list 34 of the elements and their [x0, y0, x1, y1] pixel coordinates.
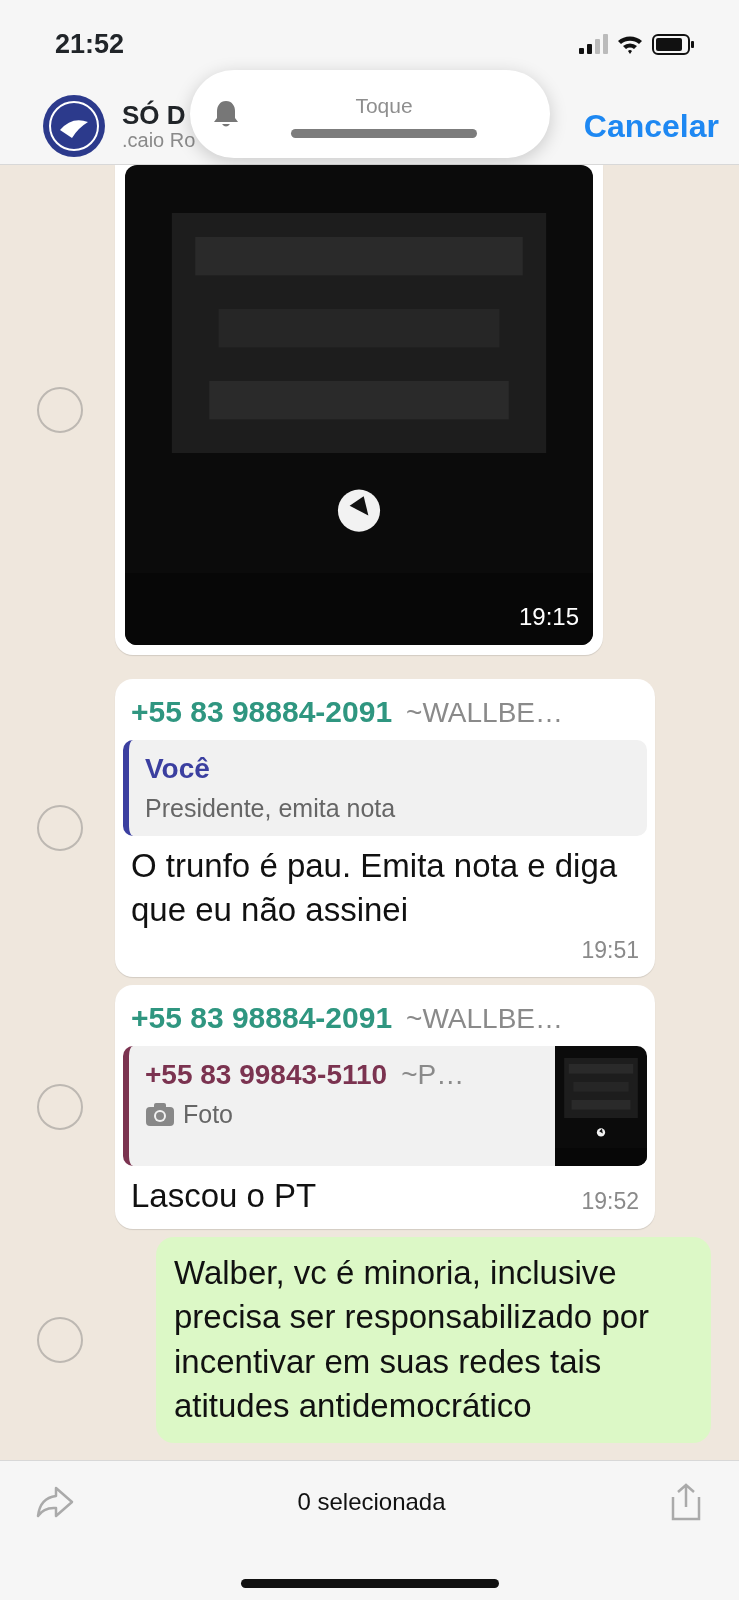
quote-text: Presidente, emita nota: [145, 793, 396, 824]
sender-phone: +55 83 98884-2091: [131, 694, 393, 730]
sender-name: ~WALLBE…: [406, 696, 563, 730]
message-text: Walber, vc é minoria, inclusive precisa ser responsabilizado por incentivar em suas redes tais atitudes antidemocrático: [174, 1252, 651, 1427]
sender-name: ~WALLBE…: [406, 1002, 563, 1037]
select-checkbox[interactable]: [37, 805, 83, 852]
signal-icon: [579, 34, 608, 54]
message-time: 19:51: [581, 935, 639, 965]
banner-label: Toque: [355, 92, 413, 119]
camera-icon: [145, 1102, 175, 1128]
quote-text: Foto: [183, 1099, 234, 1131]
bell-icon: [212, 99, 240, 129]
wifi-icon: [616, 33, 644, 55]
quote-author: Você: [145, 752, 210, 786]
group-avatar-icon: [42, 94, 106, 158]
message-time: 19:52: [581, 1187, 639, 1217]
selection-count: 0 selecionada: [297, 1487, 446, 1517]
select-checkbox[interactable]: [37, 1316, 83, 1363]
home-indicator[interactable]: [240, 1579, 499, 1588]
forward-icon[interactable]: [36, 1484, 74, 1520]
status-time: 21:52: [55, 27, 125, 61]
group-name: SÓ D: [122, 100, 186, 130]
share-icon[interactable]: [669, 1483, 703, 1521]
quote-author-name: ~P…: [401, 1058, 465, 1093]
quoted-message[interactable]: +55 83 99843-5110 ~P… Foto: [123, 1046, 647, 1167]
quoted-message[interactable]: Você Presidente, emita nota: [123, 740, 647, 836]
message-text: O trunfo é pau. Emita nota e diga que eu não assinei: [131, 845, 619, 931]
select-checkbox[interactable]: [37, 1083, 83, 1130]
quote-author: +55 83 99843-5110: [145, 1058, 388, 1093]
battery-icon: [652, 33, 695, 55]
sender-phone: +55 83 98884-2091: [131, 1000, 393, 1037]
message-text: Lascou o PT: [131, 1176, 317, 1217]
message-time: 19:15: [518, 602, 579, 632]
select-checkbox[interactable]: [37, 387, 83, 433]
